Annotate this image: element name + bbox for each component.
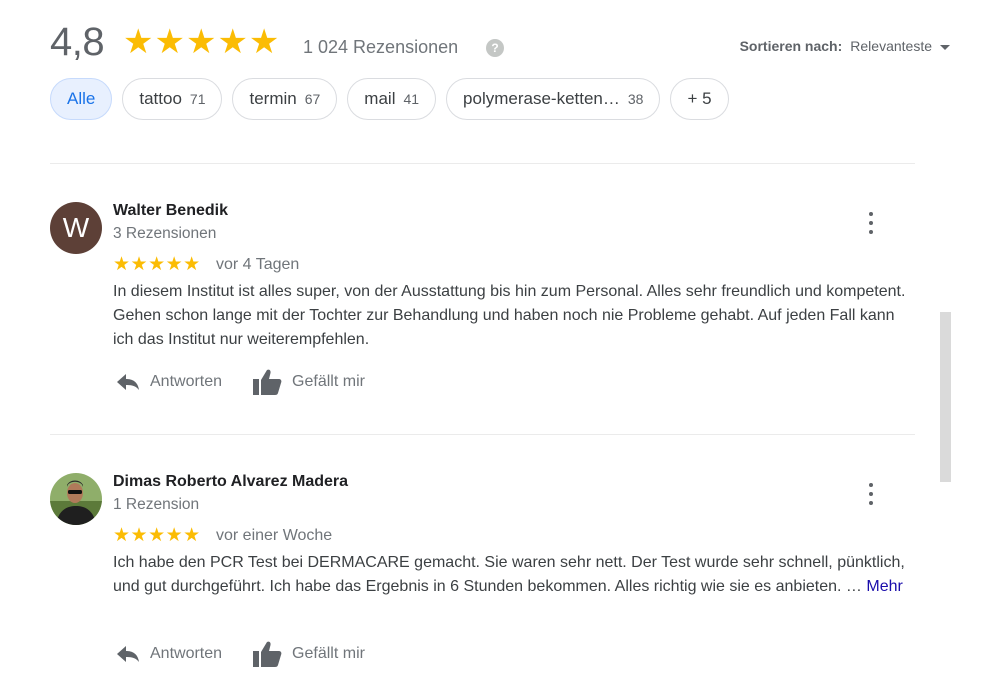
- average-stars: ★★★★★: [123, 23, 281, 61]
- review-date: vor einer Woche: [216, 527, 333, 544]
- more-vert-icon[interactable]: [862, 212, 880, 234]
- chip-label: + 5: [687, 89, 712, 108]
- rating-summary: 4,8 ★★★★★ 1 024 Rezensionen ? Sortieren …: [50, 20, 950, 68]
- review-actions: Antworten Gefällt mir: [116, 368, 395, 396]
- avatar-photo[interactable]: [50, 473, 102, 525]
- average-rating: 4,8: [50, 20, 105, 64]
- thumbs-up-icon: [253, 369, 282, 395]
- reply-button[interactable]: Antworten: [116, 644, 222, 664]
- sort-dropdown[interactable]: Sortieren nach: Relevanteste: [740, 38, 950, 54]
- chip-label: polymerase-ketten…: [463, 89, 620, 108]
- chip-count: 67: [304, 91, 321, 107]
- chip-count: 41: [403, 91, 420, 107]
- chip-mail[interactable]: mail 41: [347, 78, 437, 120]
- like-label: Gefällt mir: [292, 373, 365, 390]
- like-button[interactable]: Gefällt mir: [252, 640, 365, 668]
- reviewer-review-count: 1 Rezension: [113, 496, 200, 513]
- chip-termin[interactable]: termin 67: [232, 78, 338, 120]
- chip-count: 38: [627, 91, 644, 107]
- divider: [50, 163, 915, 164]
- like-label: Gefällt mir: [292, 645, 365, 662]
- topic-chips: Alle tattoo 71 termin 67 mail 41 polymer…: [50, 78, 729, 120]
- chip-label: Alle: [67, 89, 96, 108]
- reviewer-name[interactable]: Walter Benedik: [113, 202, 228, 220]
- chip-polymerase[interactable]: polymerase-ketten… 38: [446, 78, 661, 120]
- more-vert-icon[interactable]: [862, 483, 880, 505]
- sort-label: Sortieren nach:: [739, 38, 843, 54]
- chip-tattoo[interactable]: tattoo 71: [122, 78, 223, 120]
- reply-label: Antworten: [150, 645, 223, 662]
- review-body: Ich habe den PCR Test bei DERMACARE gema…: [113, 554, 905, 595]
- chip-more[interactable]: + 5: [670, 78, 729, 120]
- chip-label: termin: [249, 89, 297, 108]
- chip-label: tattoo: [139, 89, 182, 108]
- review-stars: ★★★★★: [113, 525, 201, 546]
- review-text: In diesem Institut ist alles super, von …: [113, 280, 913, 352]
- person-photo-icon: [50, 473, 102, 525]
- chip-label: mail: [364, 89, 396, 108]
- reviewer-review-count: 3 Rezensionen: [113, 225, 217, 242]
- review-body: In diesem Institut ist alles super, von …: [113, 283, 906, 348]
- reply-button[interactable]: Antworten: [116, 372, 222, 392]
- reviewer-name[interactable]: Dimas Roberto Alvarez Madera: [113, 473, 348, 491]
- divider: [50, 434, 915, 435]
- avatar[interactable]: W: [50, 202, 102, 254]
- reply-label: Antworten: [150, 373, 223, 390]
- scrollbar-thumb[interactable]: [940, 312, 951, 482]
- review-stars: ★★★★★: [113, 254, 201, 275]
- caret-down-icon: [940, 44, 950, 50]
- like-button[interactable]: Gefällt mir: [252, 368, 365, 396]
- reply-arrow-icon: [117, 646, 139, 662]
- review-text: Ich habe den PCR Test bei DERMACARE gema…: [113, 551, 913, 599]
- chip-count: 71: [189, 91, 206, 107]
- total-review-count[interactable]: 1 024 Rezensionen: [303, 37, 458, 58]
- more-link[interactable]: Mehr: [866, 578, 902, 595]
- review-date: vor 4 Tagen: [216, 256, 300, 273]
- review-actions: Antworten Gefällt mir: [116, 640, 395, 668]
- thumbs-up-icon: [253, 641, 282, 667]
- help-icon[interactable]: ?: [486, 39, 504, 57]
- reply-arrow-icon: [117, 374, 139, 390]
- sort-value: Relevanteste: [850, 38, 932, 54]
- chip-all[interactable]: Alle: [50, 78, 113, 120]
